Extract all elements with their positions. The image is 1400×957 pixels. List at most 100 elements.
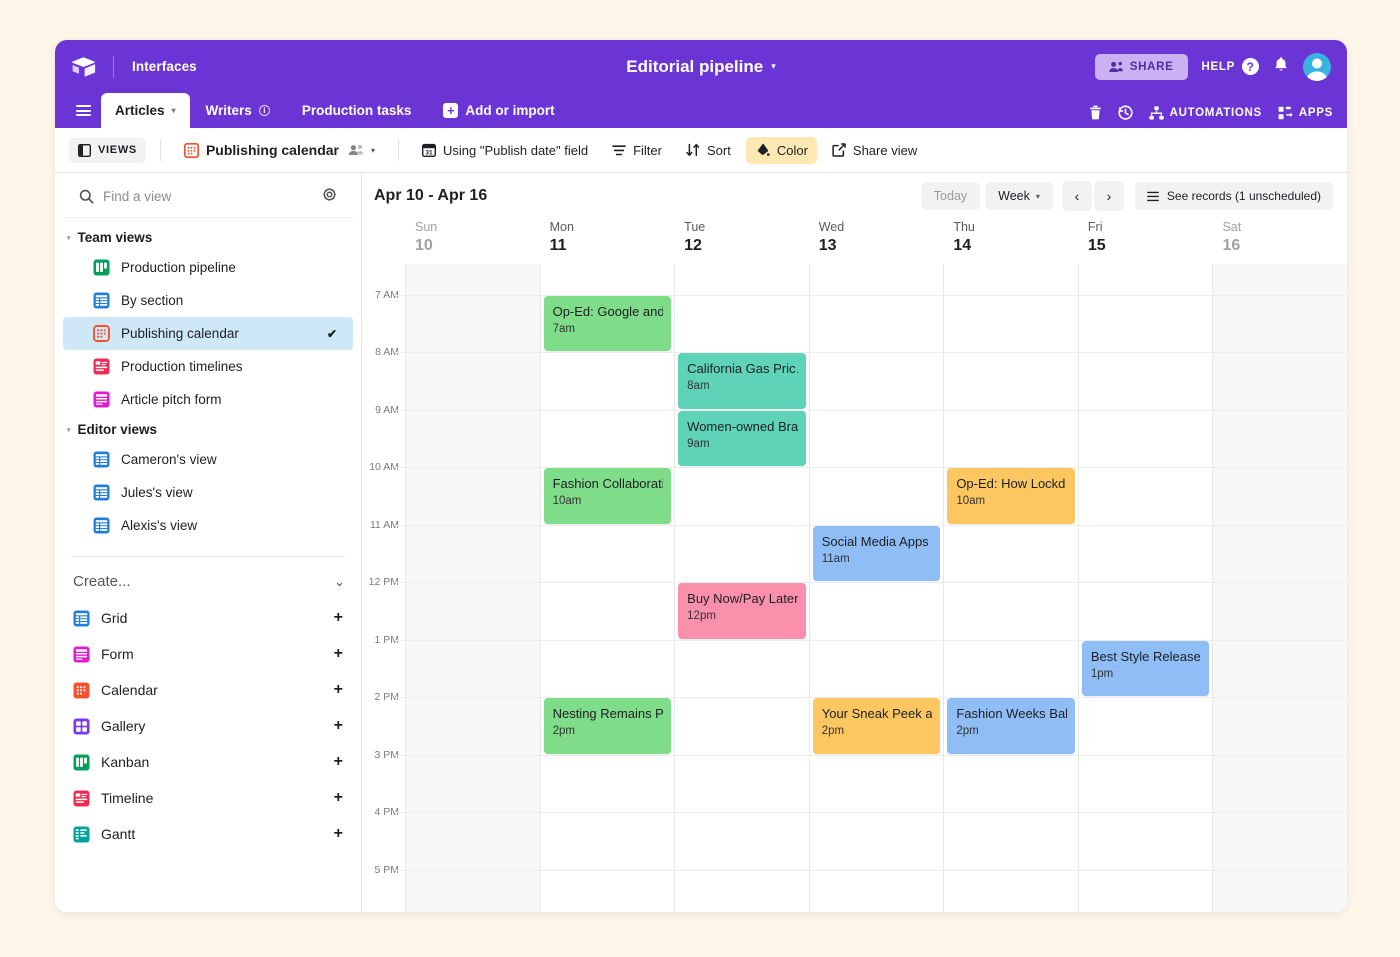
help-button[interactable]: HELP ? [1202,58,1259,75]
calendar-event[interactable]: Op-Ed: Google and…7am [544,296,672,352]
add-calendar-view-button[interactable]: + [334,681,343,699]
current-view-button[interactable]: Publishing calendar ▾ [175,136,384,164]
calendar-event[interactable]: Women-owned Bra…9am [678,411,806,467]
calendar-event[interactable]: Nesting Remains Pr…2pm [544,698,672,754]
grid-hour-line [541,870,675,871]
history-button[interactable] [1118,105,1133,120]
sort-label: Sort [707,143,731,158]
calendar-event[interactable]: Your Sneak Peek at…2pm [813,698,941,754]
sidebar-item-by-section[interactable]: By section [63,284,353,317]
day-column-sun[interactable] [405,264,540,912]
calendar-date-range: Apr 10 - Apr 16 [374,187,487,205]
using-field-button[interactable]: 31 Using "Publish date" field [413,137,597,164]
search-input[interactable] [103,189,313,204]
day-column-fri[interactable]: Best Style Release…1pm [1078,264,1213,912]
app-title[interactable]: Editorial pipeline [626,57,763,77]
create-section-header[interactable]: Create... ⌄ [55,557,361,600]
create-row-label: Timeline [101,790,323,806]
list-icon [1147,191,1159,202]
add-gantt-view-button[interactable]: + [334,825,343,843]
sidebar-item-alexiss-view[interactable]: Alexis's view [63,509,353,542]
views-toggle-button[interactable]: VIEWS [69,138,146,163]
tab-writers[interactable]: Writers i [190,93,286,128]
group-editor-views[interactable]: ▾ Editor views [55,416,361,443]
calendar-event-time: 11am [822,552,933,567]
share-button[interactable]: SHARE [1095,54,1188,80]
add-timeline-view-button[interactable]: + [334,789,343,807]
topbar-actions: SHARE HELP ? [1095,53,1331,81]
calendar-event[interactable]: Buy Now/Pay Later …12pm [678,583,806,639]
day-name: Wed [819,219,944,235]
tab-add-or-import[interactable]: + Add or import [427,93,570,128]
calendar-event[interactable]: Fashion Collaborati… 10am [544,468,672,524]
grid-hour-line [810,870,944,871]
chevron-down-icon: ⌄ [334,574,345,590]
day-number: 15 [1088,235,1213,257]
calendar-event-title: Fashion Collaborati… [553,475,664,492]
calendar-event[interactable]: Best Style Release…1pm [1082,641,1210,697]
interfaces-link[interactable]: Interfaces [132,59,197,74]
tab-production-tasks[interactable]: Production tasks [286,93,428,128]
add-form-view-button[interactable]: + [334,645,343,663]
automations-button[interactable]: AUTOMATIONS [1149,106,1262,120]
grid-hour-line [810,755,944,756]
trash-button[interactable] [1089,105,1102,120]
calendar-grid[interactable]: 6 AM7 AM8 AM9 AM10 AM11 AM12 PM1 PM2 PM3… [362,264,1347,912]
today-button[interactable]: Today [921,182,980,210]
grid-hour-line [810,582,944,583]
grid-hour-line [406,697,540,698]
group-team-views[interactable]: ▾ Team views [55,224,361,251]
next-week-button[interactable]: › [1094,181,1124,211]
airtable-logo-icon[interactable] [69,54,99,80]
add-grid-view-button[interactable]: + [334,609,343,627]
app-title-caret-icon[interactable]: ▾ [771,61,776,72]
create-gallery-row[interactable]: Gallery + [55,708,361,744]
sidebar-item-juless-view[interactable]: Jules's view [63,476,353,509]
calendar-scrollbar[interactable] [1341,264,1346,912]
day-column-tue[interactable]: California Gas Pric…8amWomen-owned Bra…9… [674,264,809,912]
create-timeline-row[interactable]: Timeline + [55,780,361,816]
sort-button[interactable]: Sort [677,137,740,164]
sidebar-item-publishing-calendar[interactable]: Publishing calendar ✔ [63,317,353,350]
tab-articles[interactable]: Articles ▾ [101,93,190,128]
sidebar-item-article-pitch-form[interactable]: Article pitch form [63,383,353,416]
calendar-event-time: 10am [553,494,664,509]
day-column-thu[interactable]: Op-Ed: How Lockd…10am Fashion Weeks Bal…2… [943,264,1078,912]
gear-icon[interactable] [322,187,337,205]
calendar-event[interactable]: Fashion Weeks Bal…2pm [947,698,1075,754]
hamburger-menu-icon[interactable] [65,93,101,128]
day-column-mon[interactable]: Op-Ed: Google and…7am Fashion Collaborati… [540,264,675,912]
see-records-button[interactable]: See records (1 unscheduled) [1135,182,1333,210]
grid-hour-line [1213,467,1347,468]
calendar-event[interactable]: California Gas Pric…8am [678,353,806,409]
grid-hour-line [944,525,1078,526]
calendar-event-time: 12pm [687,609,798,624]
create-kanban-row[interactable]: Kanban + [55,744,361,780]
user-avatar[interactable] [1303,53,1331,81]
week-selector[interactable]: Week ▾ [985,182,1053,210]
create-form-row[interactable]: Form + [55,636,361,672]
create-calendar-row[interactable]: Calendar + [55,672,361,708]
filter-button[interactable]: Filter [603,137,671,164]
day-column-wed[interactable]: Social Media Apps …11am Your Sneak Peek a… [809,264,944,912]
apps-label: APPS [1299,107,1333,119]
sidebar-item-production-timelines[interactable]: Production timelines [63,350,353,383]
grid-view-icon [93,451,110,468]
add-kanban-view-button[interactable]: + [334,753,343,771]
apps-button[interactable]: APPS [1278,106,1333,120]
prev-week-button[interactable]: ‹ [1062,181,1092,211]
color-button[interactable]: Color [746,137,817,164]
create-gantt-row[interactable]: Gantt + [55,816,361,852]
add-gallery-view-button[interactable]: + [334,717,343,735]
calendar-event[interactable]: Op-Ed: How Lockd…10am [947,468,1075,524]
create-grid-row[interactable]: Grid + [55,600,361,636]
sidebar-item-production-pipeline[interactable]: Production pipeline [63,251,353,284]
grid-view-icon [93,484,110,501]
sidebar-item-camerons-view[interactable]: Cameron's view [63,443,353,476]
notification-bell-icon[interactable] [1273,56,1289,77]
day-number: 13 [819,235,944,257]
day-column-sat[interactable] [1212,264,1347,912]
calendar-event[interactable]: Social Media Apps …11am [813,526,941,582]
calendar-event-title: Best Style Release… [1091,648,1202,665]
share-view-button[interactable]: Share view [823,137,926,164]
